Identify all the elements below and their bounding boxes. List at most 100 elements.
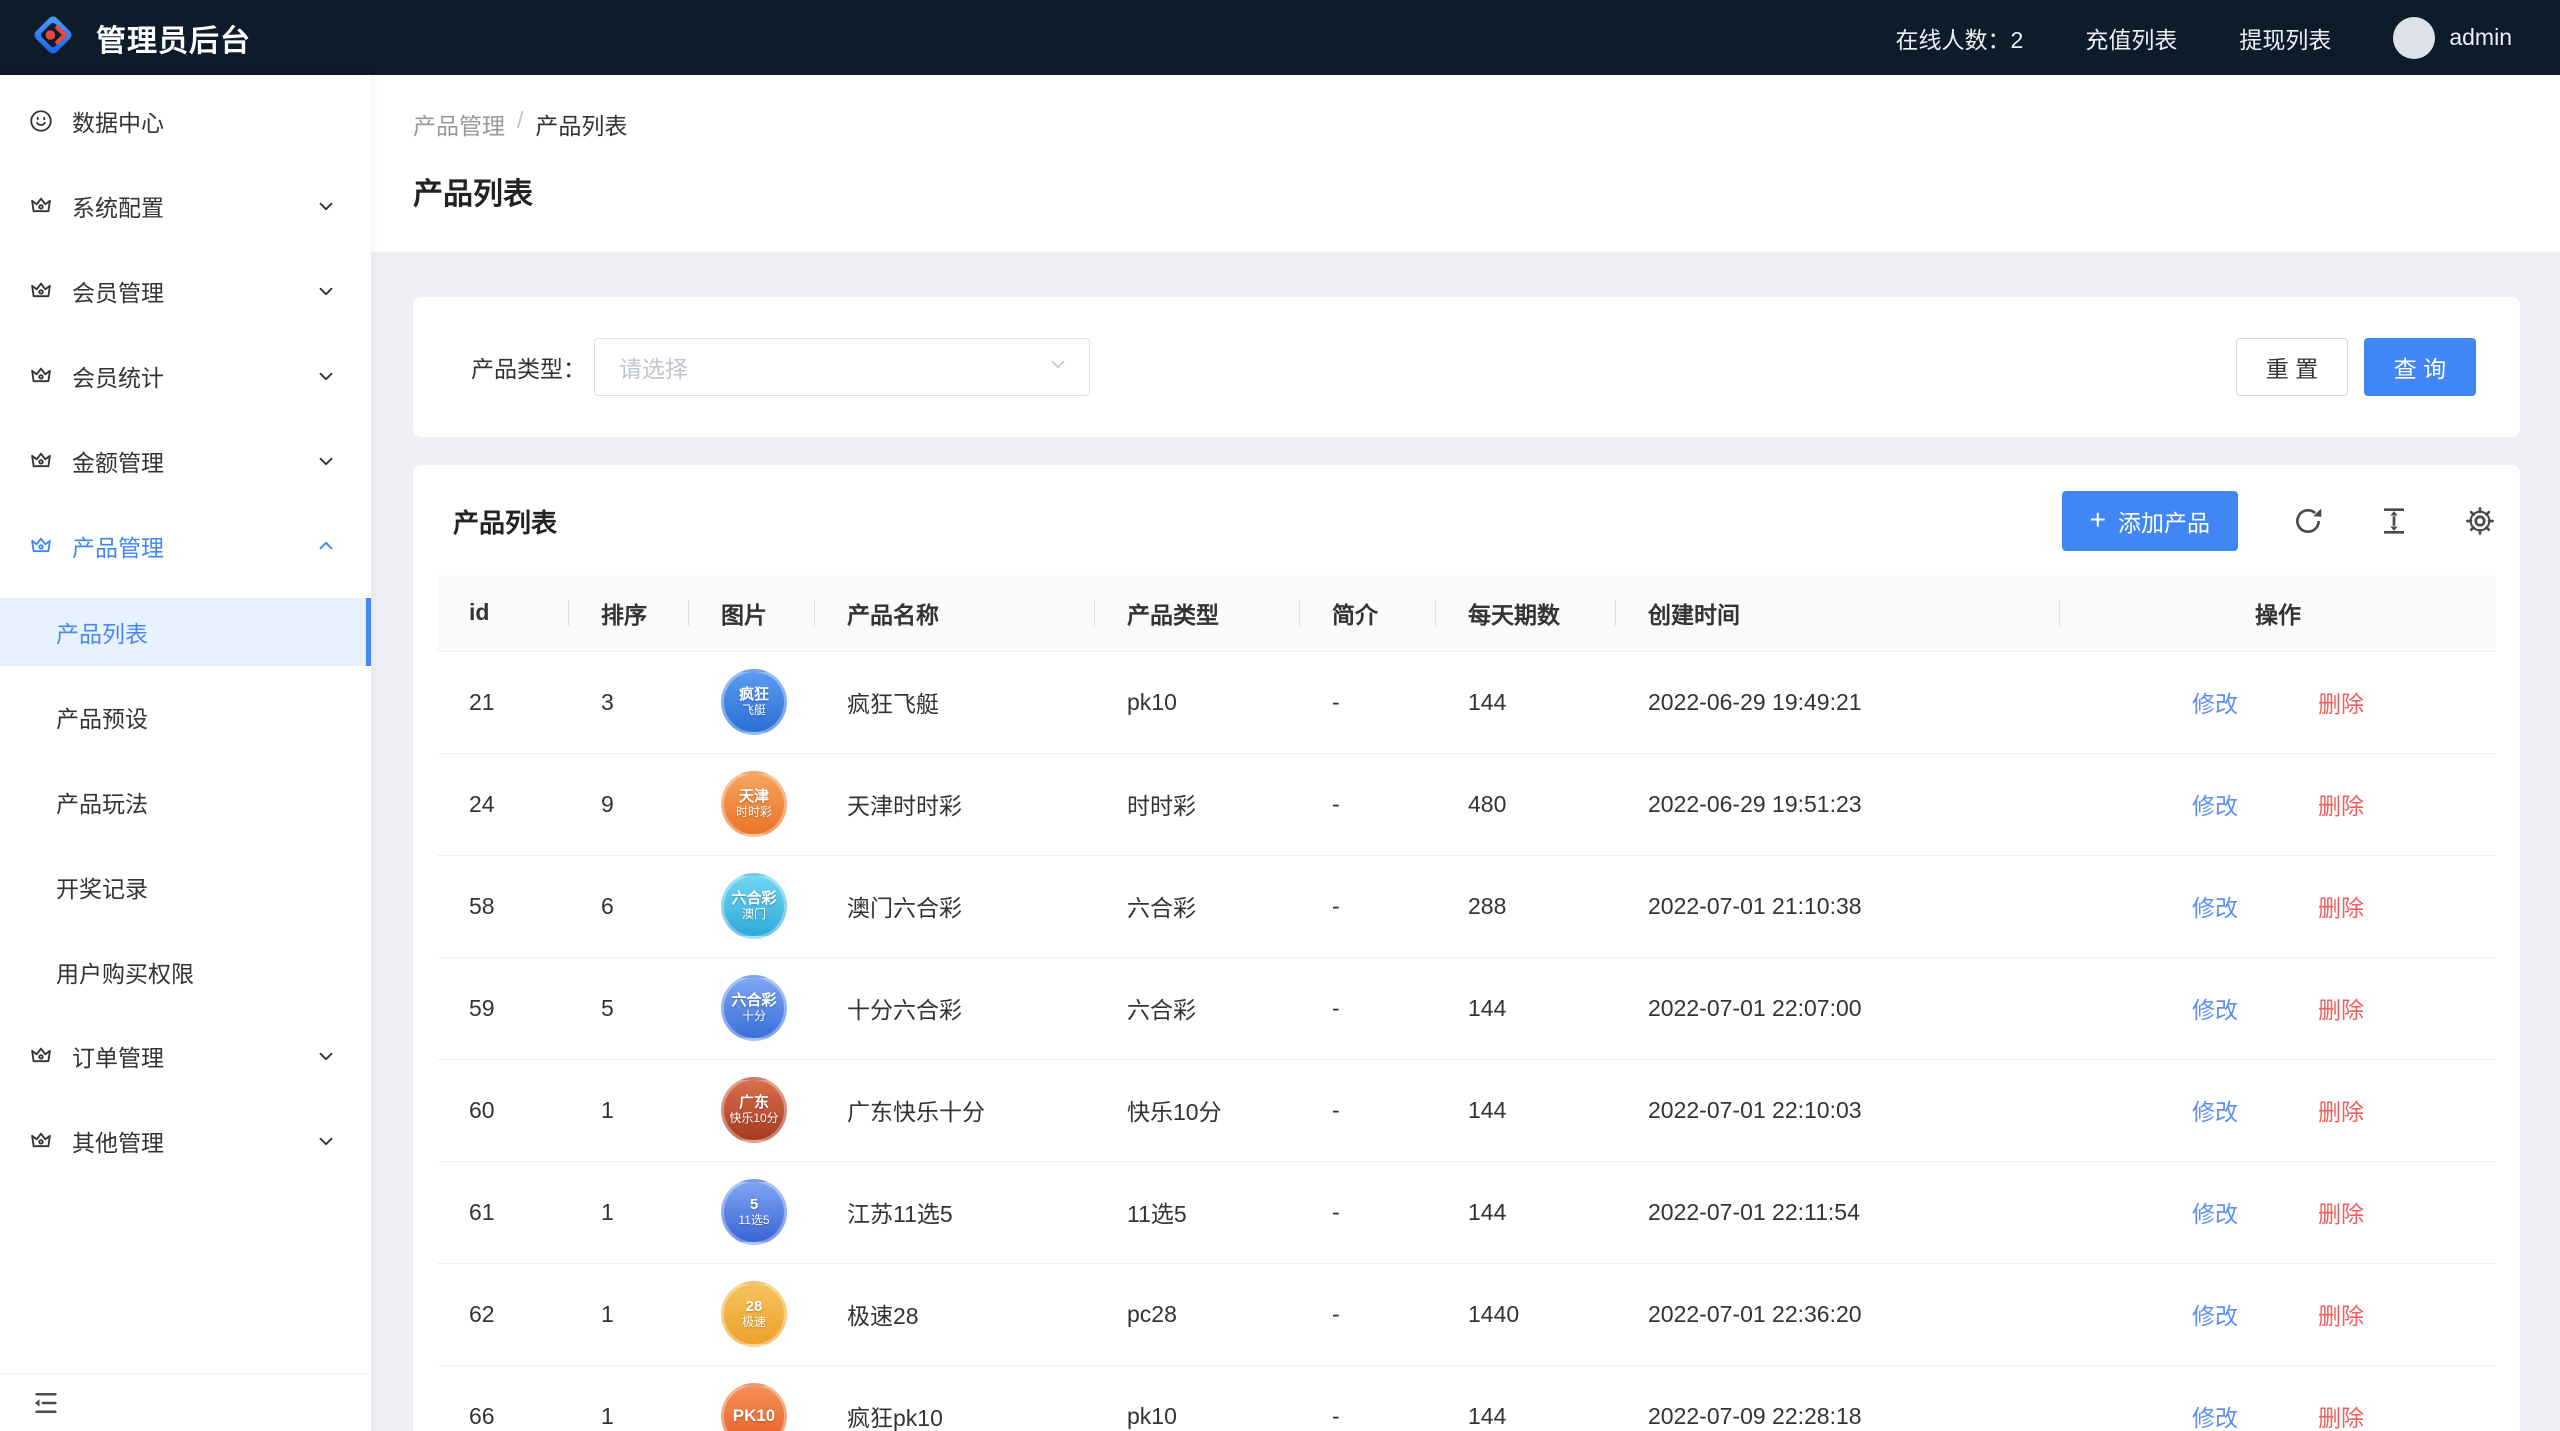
sidebar-submenu-item[interactable]: 用户购买权限 <box>0 938 371 1006</box>
product-image: 28极速 <box>721 1281 787 1347</box>
sidebar-menu-item[interactable]: 会员统计 <box>0 343 371 409</box>
chevron-down-icon <box>315 1130 337 1152</box>
breadcrumb-parent[interactable]: 产品管理 <box>413 107 505 141</box>
edit-link[interactable]: 修改 <box>2192 1399 2238 1431</box>
edit-link[interactable]: 修改 <box>2192 1093 2238 1127</box>
edit-link[interactable]: 修改 <box>2192 991 2238 1025</box>
edit-link[interactable]: 修改 <box>2192 1195 2238 1229</box>
select-placeholder: 请选择 <box>619 350 688 384</box>
product-image: PK10 <box>721 1383 787 1431</box>
cell-id: 60 <box>437 1059 569 1161</box>
delete-link[interactable]: 删除 <box>2318 889 2364 923</box>
product-table: id排序图片产品名称产品类型简介每天期数创建时间操作 213疯狂飞艇疯狂飞艇pk… <box>437 575 2496 1431</box>
avatar <box>2393 17 2435 59</box>
sidebar-footer <box>0 1373 371 1431</box>
table-body: 213疯狂飞艇疯狂飞艇pk10-1442022-06-29 19:49:21修改… <box>437 651 2496 1431</box>
sidebar-menu-item[interactable]: 其他管理 <box>0 1108 371 1174</box>
sidebar-menu-item[interactable]: 金额管理 <box>0 428 371 494</box>
sidebar-menu-item[interactable]: 订单管理 <box>0 1023 371 1089</box>
cell-product-type: 六合彩 <box>1095 957 1300 1059</box>
plus-icon: + <box>2090 506 2106 534</box>
delete-link[interactable]: 删除 <box>2318 787 2364 821</box>
cell-actions: 修改 删除 <box>2060 1365 2496 1431</box>
user-menu[interactable]: admin <box>2393 17 2512 59</box>
delete-link[interactable]: 删除 <box>2318 685 2364 719</box>
product-image-text: 快乐10分 <box>729 1112 778 1125</box>
product-image-text: 5 <box>750 1197 758 1214</box>
cell-id: 62 <box>437 1263 569 1365</box>
reload-icon[interactable] <box>2292 505 2324 537</box>
sidebar-menu-item[interactable]: 数据中心 <box>0 88 371 154</box>
chevron-down-icon <box>1047 353 1069 381</box>
row-actions: 修改 删除 <box>2060 1399 2496 1431</box>
cell-product-type: pk10 <box>1095 651 1300 753</box>
sidebar-menu: 数据中心系统配置会员管理会员统计金额管理产品管理产品列表产品预设产品玩法开奖记录… <box>0 75 371 1373</box>
add-product-button[interactable]: + 添加产品 <box>2062 491 2238 551</box>
product-image-text: 天津 <box>739 789 769 806</box>
column-height-icon[interactable] <box>2378 505 2410 537</box>
cell-image: 疯狂飞艇 <box>689 651 815 753</box>
query-button[interactable]: 查 询 <box>2364 338 2476 396</box>
delete-link[interactable]: 删除 <box>2318 1297 2364 1331</box>
cell-intro: - <box>1300 1161 1436 1263</box>
sidebar-submenu-item[interactable]: 产品预设 <box>0 683 371 751</box>
reset-button[interactable]: 重 置 <box>2236 338 2348 396</box>
sidebar-submenu-item[interactable]: 产品玩法 <box>0 768 371 836</box>
sidebar-item-label: 会员统计 <box>72 359 164 393</box>
cell-daily-count: 1440 <box>1436 1263 1616 1365</box>
logo[interactable]: 管理员后台 <box>30 12 251 63</box>
recharge-list-link[interactable]: 充值列表 <box>2085 21 2177 55</box>
delete-link[interactable]: 删除 <box>2318 1093 2364 1127</box>
row-actions: 修改 删除 <box>2060 1195 2496 1229</box>
smile-icon <box>28 108 54 134</box>
table-row: 661PK10疯狂pk10pk10-1442022-07-09 22:28:18… <box>437 1365 2496 1431</box>
delete-link[interactable]: 删除 <box>2318 991 2364 1025</box>
row-actions: 修改 删除 <box>2060 1297 2496 1331</box>
cell-product-name: 极速28 <box>815 1263 1095 1365</box>
delete-link[interactable]: 删除 <box>2318 1399 2364 1431</box>
product-image-text: 时时彩 <box>736 806 772 819</box>
sidebar-submenu-item[interactable]: 产品列表 <box>0 598 371 666</box>
crown-icon <box>28 193 54 219</box>
settings-gear-icon[interactable] <box>2464 505 2496 537</box>
main-area: 产品管理 / 产品列表 产品列表 产品类型： 请选择 <box>371 75 2560 1431</box>
edit-link[interactable]: 修改 <box>2192 1297 2238 1331</box>
product-image-text: 极速 <box>742 1316 766 1329</box>
edit-link[interactable]: 修改 <box>2192 889 2238 923</box>
product-image-text: 28 <box>746 1299 763 1316</box>
row-actions: 修改 删除 <box>2060 1093 2496 1127</box>
menu-fold-icon[interactable] <box>30 1387 62 1419</box>
cell-sort: 1 <box>569 1059 689 1161</box>
delete-link[interactable]: 删除 <box>2318 1195 2364 1229</box>
edit-link[interactable]: 修改 <box>2192 787 2238 821</box>
product-image-text: PK10 <box>733 1407 776 1426</box>
edit-link[interactable]: 修改 <box>2192 685 2238 719</box>
submenu-item-label: 用户购买权限 <box>56 955 194 989</box>
product-image: 六合彩澳门 <box>721 873 787 939</box>
crown-icon <box>28 363 54 389</box>
product-image: 511选5 <box>721 1179 787 1245</box>
cell-daily-count: 480 <box>1436 753 1616 855</box>
column-header: 简介 <box>1300 575 1436 651</box>
column-header: 创建时间 <box>1616 575 2060 651</box>
column-header: 产品名称 <box>815 575 1095 651</box>
table-row: 601广东快乐10分广东快乐十分快乐10分-1442022-07-01 22:1… <box>437 1059 2496 1161</box>
sidebar-submenu-item[interactable]: 开奖记录 <box>0 853 371 921</box>
chevron-down-icon <box>315 450 337 472</box>
withdraw-list-link[interactable]: 提现列表 <box>2239 21 2331 55</box>
product-image-text: 六合彩 <box>731 993 776 1010</box>
cell-intro: - <box>1300 1059 1436 1161</box>
product-image: 六合彩十分 <box>721 975 787 1041</box>
product-image: 疯狂飞艇 <box>721 669 787 735</box>
product-image: 广东快乐10分 <box>721 1077 787 1143</box>
cell-image: 28极速 <box>689 1263 815 1365</box>
product-image: 天津时时彩 <box>721 771 787 837</box>
chevron-down-icon <box>315 1045 337 1067</box>
sidebar-menu-item[interactable]: 产品管理 <box>0 513 371 579</box>
product-type-select[interactable]: 请选择 <box>594 338 1090 396</box>
sidebar-menu-item[interactable]: 会员管理 <box>0 258 371 324</box>
sidebar-menu-item[interactable]: 系统配置 <box>0 173 371 239</box>
table-row: 213疯狂飞艇疯狂飞艇pk10-1442022-06-29 19:49:21修改… <box>437 651 2496 753</box>
cell-product-type: 六合彩 <box>1095 855 1300 957</box>
sidebar-item-label: 金额管理 <box>72 444 164 478</box>
